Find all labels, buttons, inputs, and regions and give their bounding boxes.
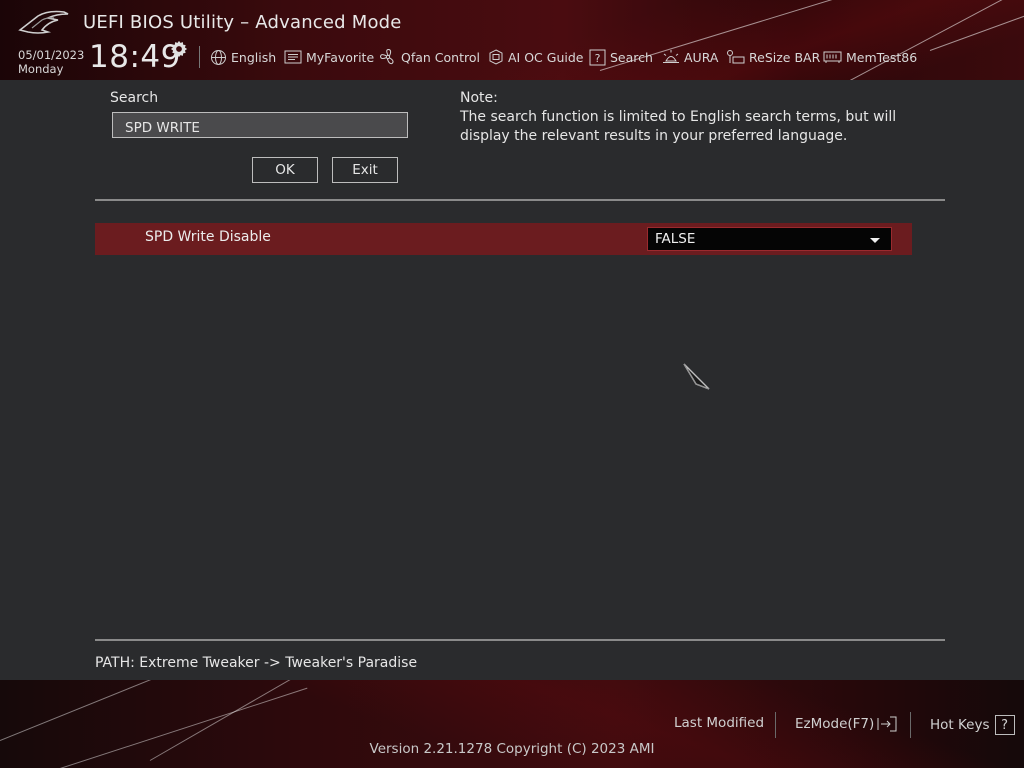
decor-streak [849,0,1024,80]
nav-search-label: Search [610,49,653,65]
search-label: Search [110,90,159,106]
last-modified-button[interactable]: Last Modified [674,715,764,731]
search-input[interactable] [112,112,408,138]
footer-divider [910,712,911,738]
clock: 18:49 [89,39,181,75]
result-label: SPD Write Disable [145,229,271,245]
rog-logo-icon [18,10,69,34]
nav-aura[interactable]: AURA [662,48,718,66]
nav-ai-oc-guide[interactable]: AI OC Guide [488,48,583,66]
nav-myfavorite[interactable]: MyFavorite [284,48,374,66]
fan-icon [379,48,394,65]
spd-write-disable-select[interactable]: FALSE [647,227,892,251]
nav-memtest86[interactable]: MemTest86 [823,48,917,66]
nav-qfan-control-label: Qfan Control [401,49,480,65]
result-row[interactable]: SPD Write Disable FALSE [95,223,912,255]
note-title: Note: [460,90,498,106]
nav-ai-oc-guide-label: AI OC Guide [508,49,584,65]
memory-icon [823,51,842,63]
bottom-bar: Last Modified EzMode(F7) Hot Keys ? Vers… [0,680,1024,768]
day-text: Monday [18,62,64,76]
ezmode-label: EzMode(F7) [795,716,875,732]
nav-memtest86-label: MemTest86 [846,49,918,65]
favorite-list-icon [284,50,302,64]
header-divider [199,46,200,68]
note-text: The search function is limited to Englis… [460,109,897,144]
nav-resize-bar[interactable]: ReSize BAR [726,48,820,66]
divider-top [95,199,945,201]
top-bar: UEFI BIOS Utility – Advanced Mode 05/01/… [0,0,1024,80]
exit-arrow-icon [877,716,897,732]
ai-chip-icon [489,49,503,65]
page-title: UEFI BIOS Utility – Advanced Mode [83,12,402,33]
hot-keys-label: Hot Keys [930,717,990,733]
help-search-icon: ? [589,49,606,65]
globe-icon [211,49,226,65]
nav-language[interactable]: English [210,48,276,66]
nav-search[interactable]: ? Search [589,48,653,66]
divider-bottom [95,639,945,641]
exit-button[interactable]: Exit [332,157,398,183]
nav-resize-bar-label: ReSize BAR [749,49,821,65]
breadcrumb: PATH: Extreme Tweaker -> Tweaker's Parad… [95,655,418,671]
gear-icon[interactable] [170,40,188,58]
nav-language-label: English [231,49,277,65]
footer-divider [775,712,776,738]
svg-text:?: ? [595,52,601,65]
nav-aura-label: AURA [684,49,719,65]
select-value: FALSE [655,231,696,247]
hot-keys-button[interactable]: Hot Keys ? [930,715,1015,735]
date-text: 05/01/2023 [18,48,85,62]
ok-button[interactable]: OK [252,157,318,183]
version-text: Version 2.21.1278 Copyright (C) 2023 AMI [369,741,655,757]
aura-light-icon [663,50,679,63]
resize-bar-icon [727,50,745,64]
nav-myfavorite-label: MyFavorite [306,49,375,65]
mouse-cursor-icon [683,363,710,390]
ezmode-button[interactable]: EzMode(F7) [795,715,898,733]
caret-down-icon [870,238,880,243]
nav-qfan-control[interactable]: Qfan Control [379,48,480,66]
help-icon: ? [994,715,1015,735]
